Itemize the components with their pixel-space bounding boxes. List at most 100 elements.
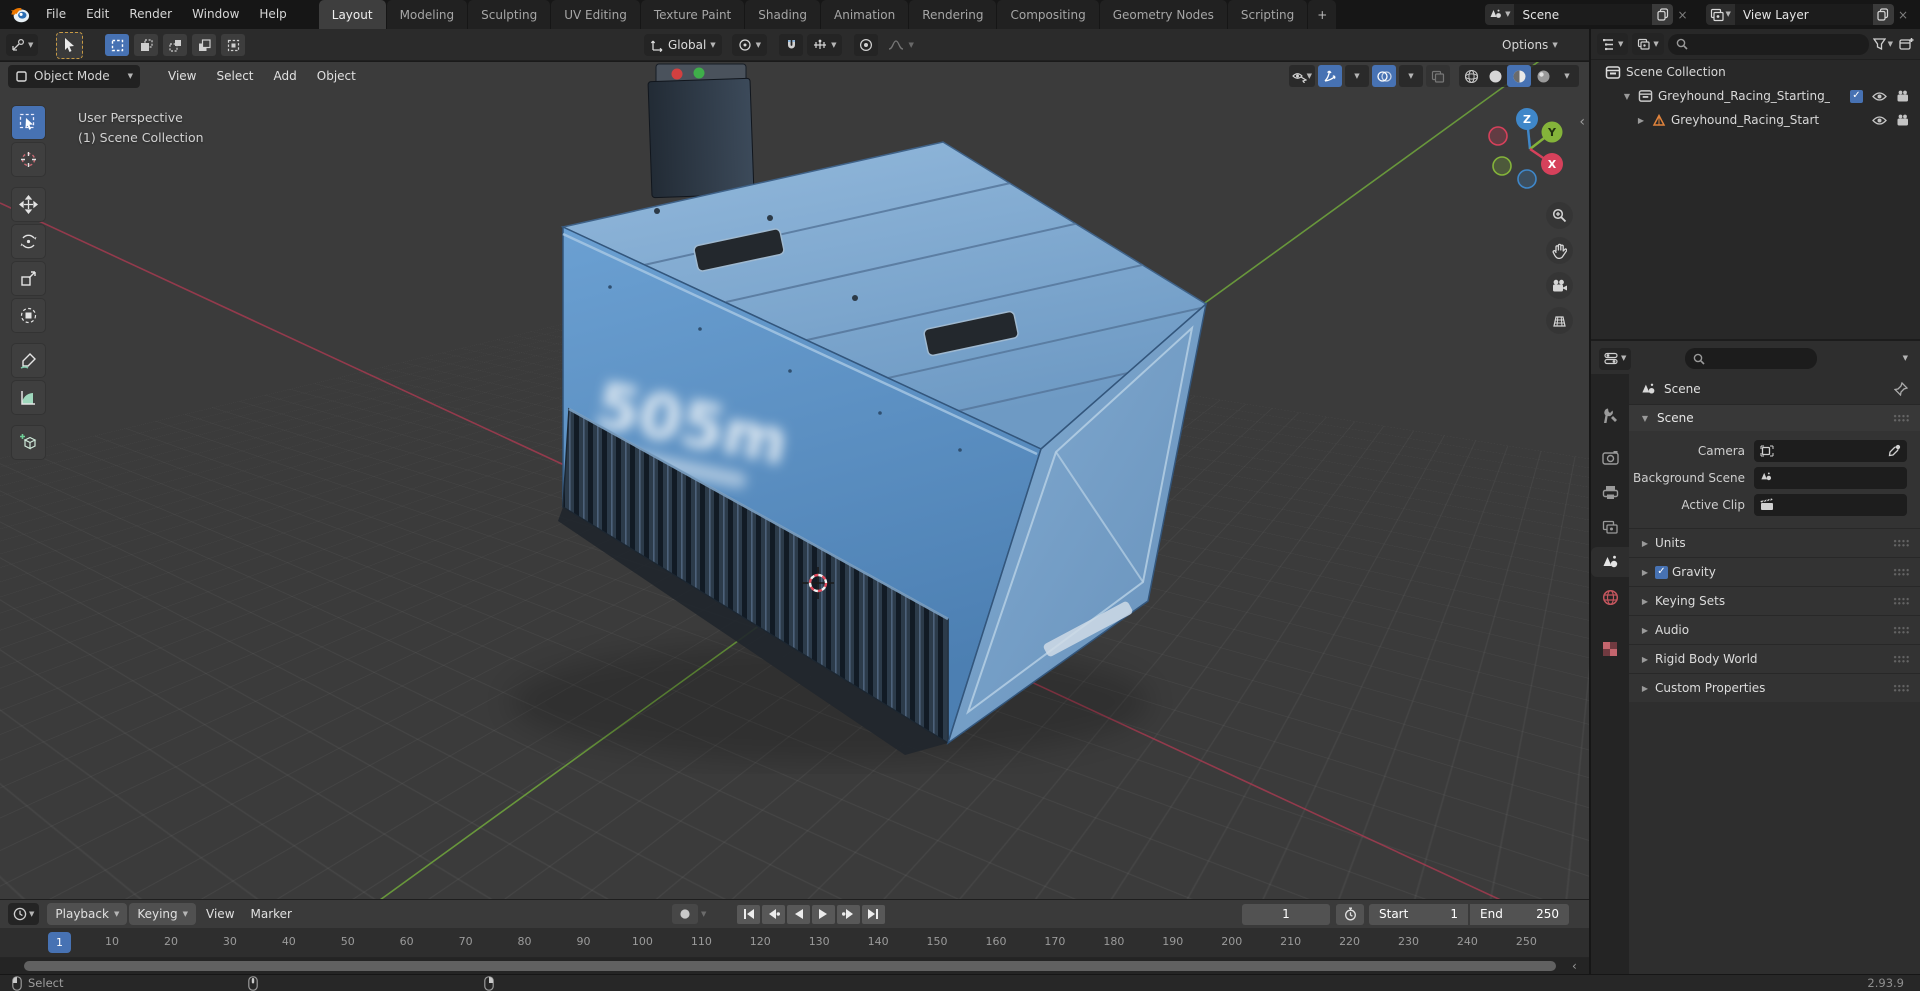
select-mode-intersect-button[interactable] xyxy=(221,34,246,56)
timeline-ruler[interactable]: 10 20 30 40 50 60 70 80 90 100 110 120 130 140 150 160 1… xyxy=(0,928,1589,958)
timeline-menu-keying[interactable]: Keying ▼ xyxy=(129,903,197,925)
xray-toggle[interactable] xyxy=(1426,65,1450,87)
tab-texture[interactable] xyxy=(1591,634,1629,664)
tool-select-box-button[interactable] xyxy=(12,106,45,139)
viewport-menu-view[interactable]: View xyxy=(158,69,206,83)
shading-rendered-button[interactable] xyxy=(1531,65,1555,87)
jump-to-end-button[interactable] xyxy=(862,904,885,924)
panel-grip[interactable] xyxy=(1893,413,1910,423)
frame-end-field[interactable]: End 250 xyxy=(1470,903,1569,925)
properties-search-input[interactable] xyxy=(1685,348,1818,369)
tab-animation[interactable]: Animation xyxy=(821,0,909,29)
menu-edit[interactable]: Edit xyxy=(76,0,119,29)
menu-window[interactable]: Window xyxy=(182,0,249,29)
outliner-search-input[interactable] xyxy=(1667,33,1869,55)
scrollbar-thumb[interactable] xyxy=(24,961,1556,971)
shading-solid-button[interactable] xyxy=(1483,65,1507,87)
add-workspace-tab[interactable]: + xyxy=(1308,0,1337,29)
view-layer-browse-button[interactable]: ▼ xyxy=(1705,4,1735,25)
panel-gravity[interactable]: ▶ ✓ Gravity xyxy=(1629,557,1920,586)
timeline-menu-view[interactable]: View xyxy=(198,903,242,925)
editor-type-button[interactable]: ▼ xyxy=(6,34,39,56)
show-gizmo-toggle[interactable] xyxy=(1318,65,1342,87)
scene-name-field[interactable]: Scene xyxy=(1514,4,1653,25)
tab-scripting[interactable]: Scripting xyxy=(1227,0,1308,29)
panel-grip[interactable] xyxy=(1893,625,1910,635)
gizmo-minus-y-axis[interactable] xyxy=(1492,156,1512,176)
outliner-row-collection[interactable]: ▼ Greyhound_Racing_Starting_E ✓ xyxy=(1591,84,1920,108)
panel-grip[interactable] xyxy=(1893,538,1910,548)
proportional-editing-button[interactable] xyxy=(854,34,879,56)
tab-shading[interactable]: Shading xyxy=(745,0,820,29)
navigation-gizmo[interactable]: Z Y X xyxy=(1478,80,1578,192)
expand-arrow-icon[interactable]: ▼ xyxy=(1621,92,1633,101)
scene-unlink-button[interactable]: × xyxy=(1673,8,1691,22)
shading-wireframe-button[interactable] xyxy=(1459,65,1483,87)
tool-rotate-button[interactable] xyxy=(12,225,45,258)
tool-add-cube-button[interactable] xyxy=(12,426,45,459)
camera-view-button[interactable] xyxy=(1546,272,1573,299)
collapsed-arrow-icon[interactable]: ▶ xyxy=(1635,116,1647,125)
eyedropper-icon[interactable] xyxy=(1888,444,1901,457)
tab-rendering[interactable]: Rendering xyxy=(909,0,997,29)
properties-options-dropdown[interactable]: ▼ xyxy=(1903,355,1912,362)
pin-icon[interactable] xyxy=(1894,382,1908,396)
outliner-filter-button[interactable]: ▼ xyxy=(1872,38,1893,50)
gizmo-minus-z-axis[interactable] xyxy=(1517,169,1537,189)
tab-texture-paint[interactable]: Texture Paint xyxy=(640,0,745,29)
gizmo-minus-x-axis[interactable] xyxy=(1488,126,1508,146)
panel-rigid-body-world[interactable]: ▶ Rigid Body World xyxy=(1629,644,1920,673)
disable-render-camera-icon[interactable] xyxy=(1896,90,1910,102)
active-tool-tweak-button[interactable] xyxy=(56,31,84,59)
properties-editor-type-button[interactable]: ▼ xyxy=(1599,347,1632,370)
snap-target-dropdown[interactable]: ▼ xyxy=(807,34,843,56)
panel-grip[interactable] xyxy=(1893,683,1910,693)
object-visibility-dropdown[interactable]: ▼ xyxy=(1288,65,1315,87)
shading-dropdown[interactable]: ▼ xyxy=(1555,65,1579,87)
menu-help[interactable]: Help xyxy=(249,0,296,29)
collection-checkbox[interactable]: ✓ xyxy=(1850,89,1863,103)
viewport-menu-add[interactable]: Add xyxy=(264,69,307,83)
tab-render[interactable] xyxy=(1591,442,1629,472)
pan-button[interactable] xyxy=(1546,237,1573,264)
show-overlays-toggle[interactable] xyxy=(1372,65,1396,87)
tab-compositing[interactable]: Compositing xyxy=(997,0,1099,29)
shading-material-preview-button[interactable] xyxy=(1507,65,1531,87)
transform-orientation-dropdown[interactable]: Global ▼ xyxy=(644,34,722,56)
tab-sculpting[interactable]: Sculpting xyxy=(468,0,551,29)
view-layer-name-field[interactable]: View Layer xyxy=(1734,4,1873,25)
use-preview-range-button[interactable] xyxy=(1336,903,1364,925)
disable-render-camera-icon[interactable] xyxy=(1896,114,1910,126)
camera-field[interactable] xyxy=(1754,439,1907,462)
timeline-menu-marker[interactable]: Marker xyxy=(243,903,300,925)
menu-render[interactable]: Render xyxy=(119,0,182,29)
view-layer-remove-button[interactable]: × xyxy=(1894,8,1912,22)
scene-copy-button[interactable] xyxy=(1652,4,1674,25)
current-frame-field[interactable]: 1 xyxy=(1242,903,1330,925)
zoom-button[interactable] xyxy=(1546,202,1573,229)
tab-uv-editing[interactable]: UV Editing xyxy=(551,0,640,29)
select-mode-set-button[interactable] xyxy=(105,34,130,56)
background-scene-field[interactable] xyxy=(1754,466,1907,489)
tab-view-layer[interactable] xyxy=(1591,512,1629,542)
scene-panel-header[interactable]: ▼ Scene xyxy=(1629,405,1920,431)
scrollbar-collapse-arrow[interactable]: ‹ xyxy=(1572,959,1577,973)
frame-start-field[interactable]: Start 1 xyxy=(1369,903,1468,925)
overlays-dropdown[interactable]: ▼ xyxy=(1399,65,1423,87)
tab-modeling[interactable]: Modeling xyxy=(386,0,468,29)
options-dropdown[interactable]: Options ▼ xyxy=(1496,38,1564,52)
pivot-point-dropdown[interactable]: ▼ xyxy=(731,34,768,56)
viewport-3d[interactable]: 505m Object Mode ▼ View Select Add Objec… xyxy=(0,62,1589,899)
gravity-checkbox[interactable]: ✓ xyxy=(1655,565,1668,579)
outliner-row-object[interactable]: ▶ Greyhound_Racing_Start xyxy=(1591,108,1920,132)
viewport-menu-object[interactable]: Object xyxy=(307,69,366,83)
timeline-menu-playback[interactable]: Playback ▼ xyxy=(47,903,128,925)
tool-scale-button[interactable] xyxy=(12,262,45,295)
hide-eye-icon[interactable] xyxy=(1872,115,1887,126)
new-collection-button[interactable] xyxy=(1899,37,1914,51)
scene-browse-button[interactable]: ▼ xyxy=(1485,4,1515,25)
outliner-display-mode-button[interactable]: ▼ xyxy=(1632,33,1664,55)
snap-toggle-button[interactable] xyxy=(779,34,804,56)
tool-transform-button[interactable] xyxy=(12,299,45,332)
tab-geometry-nodes[interactable]: Geometry Nodes xyxy=(1099,0,1227,29)
